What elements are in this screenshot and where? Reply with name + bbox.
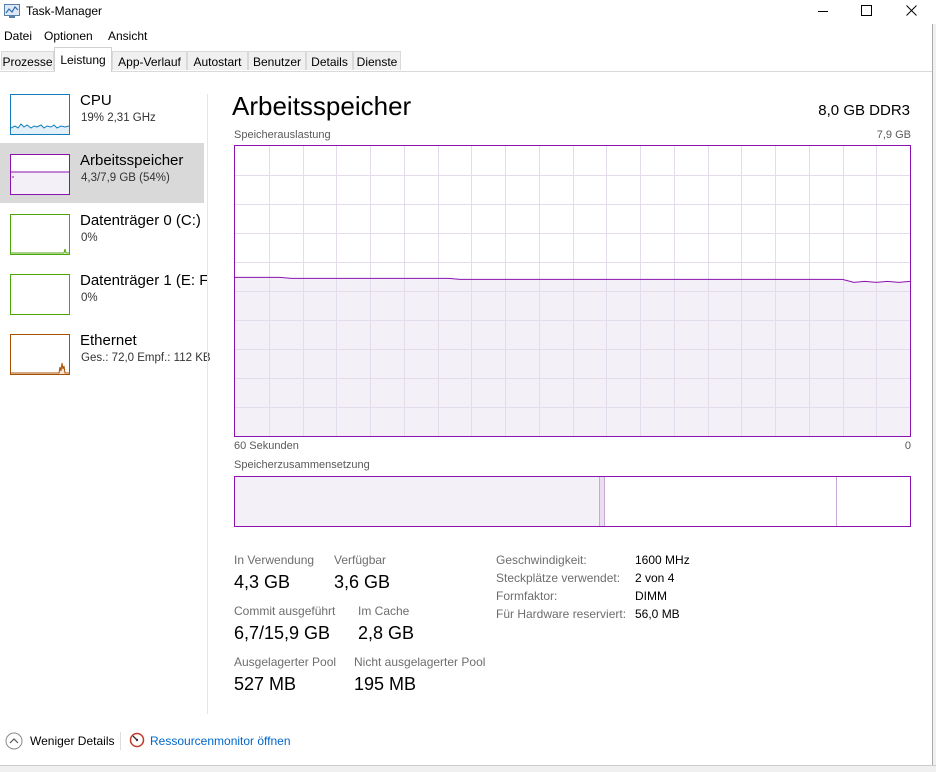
task-manager-icon (4, 4, 20, 18)
memory-thumbnail (10, 154, 70, 195)
maximize-button[interactable] (843, 0, 889, 24)
chevron-up-icon[interactable] (5, 732, 23, 750)
menu-ansicht[interactable]: Ansicht (108, 29, 147, 43)
paged-pool-label: Ausgelagerter Pool (234, 655, 337, 669)
menu-bar: Datei Optionen Ansicht (0, 26, 936, 46)
footer: Weniger Details Ressourcenmonitor öffnen (0, 726, 932, 756)
nonpaged-pool-label: Nicht ausgelagerter Pool (354, 655, 486, 669)
commit-value: 6,7/15,9 GB (234, 623, 331, 643)
sidebar-item-value: Ges.: 72,0 Empf.: 112 KB (81, 352, 211, 364)
spec-reserved-label: Für Hardware reserviert: (496, 607, 627, 621)
menu-optionen[interactable]: Optionen (44, 29, 93, 43)
tab-app-verlauf[interactable]: App-Verlauf (112, 51, 187, 70)
minimize-icon (818, 11, 828, 12)
close-button[interactable] (889, 0, 935, 24)
spec-speed-value: 1600 MHz (635, 553, 690, 567)
in-use-value: 4,3 GB (234, 572, 291, 592)
sidebar-item-label: Datenträger 0 (C:) (80, 212, 201, 229)
page-title: Arbeitsspeicher (232, 91, 412, 121)
sidebar-item-value: 19% 2,31 GHz (81, 112, 156, 124)
sidebar-item-label: CPU (80, 92, 112, 109)
sidebar-item-value: 0% (81, 232, 98, 244)
spec-reserved-value: 56,0 MB (635, 607, 680, 621)
composition-standby (605, 477, 837, 526)
memory-spec: 8,0 GB DDR3 (818, 102, 910, 119)
time-axis-right: 0 (904, 440, 911, 452)
sidebar-item-label: Datenträger 1 (E: F (80, 272, 209, 289)
close-icon (906, 5, 917, 16)
nonpaged-pool-value: 195 MB (354, 674, 417, 694)
open-resource-monitor-link[interactable]: Ressourcenmonitor öffnen (150, 734, 291, 748)
in-use-label: In Verwendung (234, 553, 315, 567)
sidebar-item-value: 0% (81, 292, 98, 304)
window-title: Task-Manager (26, 4, 103, 18)
paged-pool-value: 527 MB (234, 674, 297, 694)
sidebar-item-disk-0[interactable]: Datenträger 0 (C:) 0% (0, 203, 204, 263)
sidebar-item-label: Arbeitsspeicher (80, 152, 184, 169)
tab-details[interactable]: Details (306, 51, 353, 70)
performance-sidebar: CPU 19% 2,31 GHz Arbeitsspeicher 4,3/7,9… (0, 72, 211, 712)
available-value: 3,6 GB (334, 572, 391, 592)
spec-form-label: Formfaktor: (496, 589, 558, 603)
window-edge (932, 24, 936, 771)
spec-slots-label: Steckplätze verwendet: (496, 571, 621, 585)
disk-0-thumbnail (10, 214, 70, 255)
menu-datei[interactable]: Datei (4, 29, 32, 43)
spec-form-value: DIMM (635, 589, 667, 603)
available-label: Verfügbar (334, 553, 387, 567)
spec-slots-value: 2 von 4 (635, 571, 675, 585)
disk-1-thumbnail (10, 274, 70, 315)
memory-composition-bar (234, 476, 911, 527)
minimize-button[interactable] (800, 0, 846, 24)
tab-autostart[interactable]: Autostart (187, 51, 248, 70)
tab-leistung[interactable]: Leistung (54, 47, 112, 72)
maximize-icon (861, 5, 872, 16)
composition-free (837, 477, 910, 526)
title-bar: Task-Manager (0, 0, 936, 26)
sidebar-item-ethernet[interactable]: Ethernet Ges.: 72,0 Empf.: 112 KB (0, 323, 211, 383)
usage-graph-label: Speicherauslastung (234, 129, 331, 141)
composition-label: Speicherzusammensetzung (234, 459, 370, 471)
tab-prozesse[interactable]: Prozesse (1, 51, 54, 70)
sidebar-item-disk-1[interactable]: Datenträger 1 (E: F 0% (0, 263, 208, 323)
tab-benutzer[interactable]: Benutzer (248, 51, 306, 70)
cpu-thumbnail (10, 94, 70, 135)
fewer-details-button[interactable]: Weniger Details (30, 734, 114, 748)
cache-value: 2,8 GB (358, 623, 415, 643)
usage-graph-max: 7,9 GB (876, 129, 911, 141)
memory-usage-graph (234, 145, 911, 437)
tab-bar: Prozesse Leistung App-Verlauf Autostart … (0, 47, 936, 72)
sidebar-item-memory[interactable]: Arbeitsspeicher 4,3/7,9 GB (54%) (0, 143, 204, 203)
sidebar-item-cpu[interactable]: CPU 19% 2,31 GHz (0, 83, 204, 143)
sidebar-item-label: Ethernet (80, 332, 137, 349)
resource-monitor-icon (129, 732, 145, 748)
tab-dienste[interactable]: Dienste (353, 51, 401, 70)
commit-label: Commit ausgeführt (234, 604, 336, 618)
sidebar-item-value: 4,3/7,9 GB (54%) (81, 172, 170, 184)
time-axis-left: 60 Sekunden (234, 440, 299, 452)
cache-label: Im Cache (358, 604, 410, 618)
ethernet-thumbnail (10, 334, 70, 375)
footer-separator (120, 732, 121, 750)
composition-in-use (235, 477, 600, 526)
sidebar-divider (207, 94, 208, 714)
spec-speed-label: Geschwindigkeit: (496, 553, 587, 567)
